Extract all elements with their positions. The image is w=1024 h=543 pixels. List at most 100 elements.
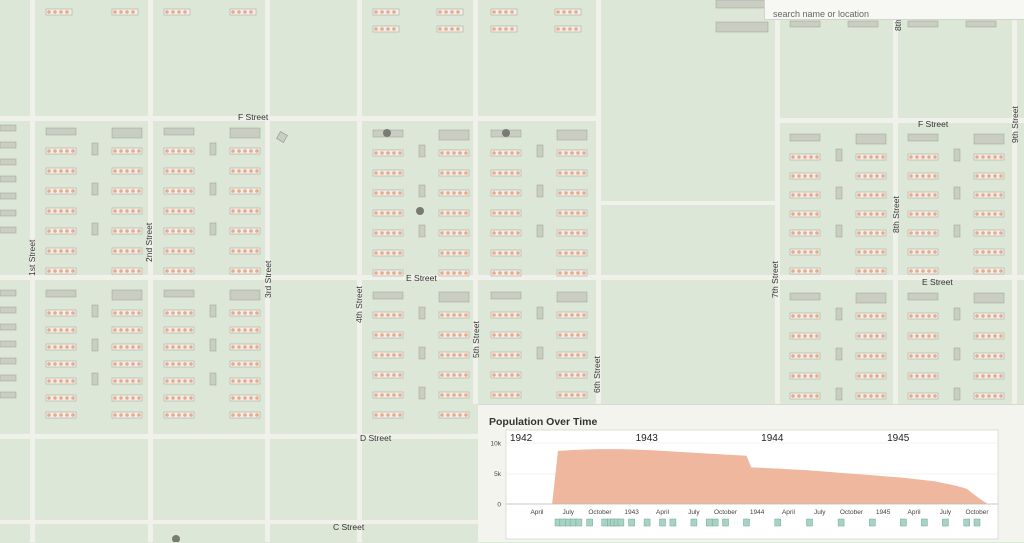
utility-building[interactable] [91,142,99,156]
event-marker[interactable] [669,518,677,527]
utility-building[interactable] [91,372,99,386]
population-chart[interactable]: 1942 1943 1944 1945 10k 5k 0 April July October… [478,405,1024,543]
utility-building[interactable] [209,304,217,318]
utility-building[interactable] [536,224,544,238]
barracks-building[interactable] [0,323,17,331]
service-building[interactable] [45,289,77,298]
service-building[interactable] [111,127,143,139]
event-marker[interactable] [659,518,666,527]
event-marker[interactable] [575,518,583,527]
service-building[interactable] [163,289,195,298]
service-building[interactable] [556,291,588,303]
service-building[interactable] [973,292,1005,304]
utility-building[interactable] [835,307,843,321]
utility-building[interactable] [953,307,961,321]
utility-building[interactable] [835,186,843,200]
utility-building[interactable] [536,306,544,320]
utility-building[interactable] [209,222,217,236]
event-marker[interactable] [774,518,782,527]
utility-building[interactable] [953,148,961,162]
utility-building[interactable] [835,387,843,401]
utility-building[interactable] [91,182,99,196]
barracks-building[interactable] [0,391,17,399]
service-building[interactable] [855,133,887,145]
barracks-building[interactable] [0,124,17,132]
event-marker[interactable] [869,518,876,527]
event-marker[interactable] [643,518,651,527]
utility-building[interactable] [835,148,843,162]
service-building[interactable] [789,292,821,301]
event-marker[interactable] [921,518,928,527]
barracks-building[interactable] [715,21,769,33]
barracks-building[interactable] [0,374,17,382]
utility-building[interactable] [209,338,217,352]
utility-building[interactable] [835,347,843,361]
search-input[interactable] [773,9,1016,19]
event-marker[interactable] [706,518,713,527]
service-building[interactable] [907,292,939,301]
utility-building[interactable] [209,142,217,156]
service-building[interactable] [163,127,195,136]
utility-building[interactable] [418,224,426,238]
service-building[interactable] [372,291,404,300]
utility-building[interactable] [209,182,217,196]
utility-building[interactable] [418,346,426,360]
utility-building[interactable] [536,144,544,158]
service-building[interactable] [789,133,821,142]
service-building[interactable] [855,292,887,304]
utility-building[interactable] [418,386,426,400]
population-panel[interactable]: Population Over Time 1942 1943 1944 1945 10… [478,404,1024,542]
utility-building[interactable] [418,306,426,320]
utility-building[interactable] [953,347,961,361]
utility-building[interactable] [91,304,99,318]
barracks-building[interactable] [0,175,17,183]
utility-building[interactable] [418,144,426,158]
barracks-building[interactable] [0,289,17,297]
search-box[interactable] [764,0,1024,20]
barracks-building[interactable] [0,192,17,200]
utility-building[interactable] [953,186,961,200]
service-building[interactable] [973,133,1005,145]
barracks-building[interactable] [0,357,17,365]
event-marker[interactable] [617,518,625,527]
service-building[interactable] [229,289,261,301]
barracks-building[interactable] [0,209,17,217]
event-marker[interactable] [601,518,608,527]
barracks-building[interactable] [0,226,17,234]
event-marker[interactable] [722,518,729,527]
barracks-building[interactable] [0,141,17,149]
event-marker[interactable] [743,518,750,527]
service-building[interactable] [111,289,143,301]
event-marker[interactable] [900,518,907,527]
event-marker[interactable] [711,518,719,527]
service-building[interactable] [490,291,522,300]
barracks-building[interactable] [715,0,767,9]
utility-building[interactable] [536,346,544,360]
event-marker[interactable] [559,518,567,527]
event-marker[interactable] [942,518,949,527]
service-building[interactable] [556,129,588,141]
event-marker[interactable] [963,518,970,527]
event-marker[interactable] [837,518,845,527]
event-marker[interactable] [628,518,635,527]
barracks-building[interactable] [0,306,17,314]
utility-building[interactable] [418,184,426,198]
service-building[interactable] [438,129,470,141]
barracks-building[interactable] [0,158,17,166]
utility-building[interactable] [91,222,99,236]
service-building[interactable] [438,291,470,303]
event-marker[interactable] [586,518,593,527]
utility-building[interactable] [209,372,217,386]
utility-building[interactable] [953,387,961,401]
utility-building[interactable] [953,224,961,238]
event-marker[interactable] [806,518,813,527]
event-marker[interactable] [569,518,577,527]
barracks-building[interactable] [0,340,17,348]
service-building[interactable] [229,127,261,139]
event-marker[interactable] [973,518,981,527]
utility-building[interactable] [91,338,99,352]
event-marker[interactable] [690,518,698,527]
utility-building[interactable] [835,224,843,238]
service-building[interactable] [45,127,77,136]
service-building[interactable] [907,133,939,142]
